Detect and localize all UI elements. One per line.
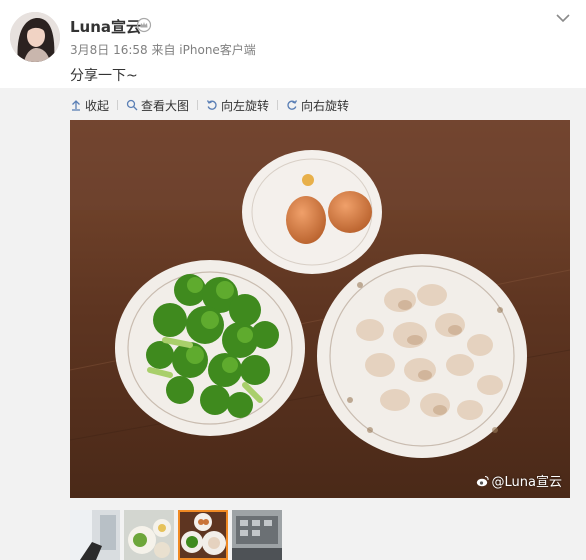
collapse-icon — [72, 100, 80, 111]
weibo-logo-icon — [476, 475, 489, 486]
image-watermark: @Luna宣云 — [476, 471, 562, 490]
food-photo — [70, 120, 570, 498]
watermark-text: @Luna宣云 — [491, 475, 562, 490]
rotate-left-icon — [206, 100, 217, 110]
rotate-right-button[interactable]: 向右旋转 — [286, 97, 349, 114]
avatar[interactable] — [10, 12, 60, 62]
thumbnail-2[interactable] — [124, 510, 174, 560]
view-large-label: 查看大图 — [141, 98, 190, 113]
toolbar-divider — [277, 100, 279, 110]
collapse-button[interactable]: 收起 — [70, 97, 109, 114]
toolbar-divider — [117, 100, 119, 110]
rotate-left-label: 向左旋转 — [221, 98, 270, 113]
post-text: 分享一下~ — [70, 68, 138, 84]
media-panel: 收起 查看大图 向左旋转 向右旋转 @Luna宣云 — [0, 88, 586, 560]
post-header: Luna宣云 3月8日 16:58 来自 iPhone客户端 分享一下~ — [0, 0, 586, 90]
thumbnail-4[interactable] — [232, 510, 282, 560]
zoom-icon — [126, 99, 138, 111]
crown-icon — [136, 17, 152, 33]
main-image[interactable]: @Luna宣云 — [70, 120, 570, 498]
view-large-button[interactable]: 查看大图 — [126, 97, 189, 114]
rotate-right-label: 向右旋转 — [301, 98, 350, 113]
collapse-label: 收起 — [85, 98, 110, 113]
thumbnail-3-active[interactable] — [178, 510, 228, 560]
thumbnail-1[interactable] — [70, 510, 120, 560]
rotate-left-button[interactable]: 向左旋转 — [206, 97, 269, 114]
username[interactable]: Luna宣云 — [70, 16, 141, 37]
image-toolbar: 收起 查看大图 向左旋转 向右旋转 — [70, 96, 349, 114]
post-meta: 3月8日 16:58 来自 iPhone客户端 — [70, 43, 256, 57]
rotate-right-icon — [287, 100, 298, 110]
thumbnail-strip — [70, 510, 282, 560]
chevron-down-icon[interactable] — [553, 8, 573, 28]
toolbar-divider — [197, 100, 199, 110]
